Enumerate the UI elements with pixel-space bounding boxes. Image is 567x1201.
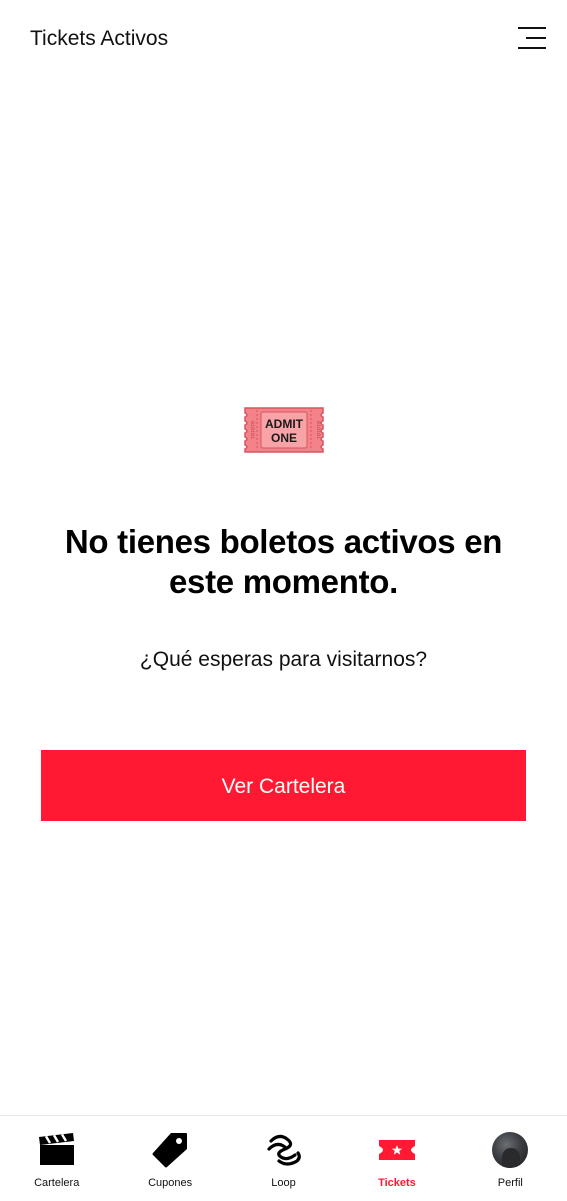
nav-item-loop[interactable]: Loop	[227, 1116, 340, 1201]
nav-label: Loop	[271, 1177, 296, 1189]
nav-label: Tickets	[378, 1177, 416, 1189]
ticket-text-line2: ONE	[270, 431, 296, 445]
view-listings-button[interactable]: Ver Cartelera	[41, 750, 526, 821]
bottom-navigation: Cartelera Cupones Loop Tickets Perfil	[0, 1115, 567, 1201]
avatar	[492, 1132, 529, 1168]
admit-one-ticket-icon: ADMIT ONE 010101 010101	[243, 407, 324, 453]
clapperboard-icon	[38, 1131, 76, 1169]
app-header: Tickets Activos	[0, 0, 567, 80]
nav-label: Cartelera	[34, 1177, 80, 1189]
ticket-text-line1: ADMIT	[265, 417, 304, 431]
nav-label: Perfil	[497, 1177, 523, 1189]
nav-label: Cupones	[148, 1177, 193, 1189]
nav-item-cartelera[interactable]: Cartelera	[0, 1116, 113, 1201]
nav-item-tickets[interactable]: Tickets	[340, 1116, 453, 1201]
nav-item-perfil[interactable]: Perfil	[454, 1116, 567, 1201]
ticket-icon	[378, 1131, 416, 1169]
hamburger-menu-icon[interactable]	[512, 24, 548, 54]
empty-state-subtitle: ¿Qué esperas para visitarnos?	[139, 648, 428, 671]
price-tag-icon	[151, 1131, 189, 1169]
loop-icon	[265, 1131, 303, 1169]
empty-state: ADMIT ONE 010101 010101 No tienes boleto…	[0, 400, 567, 673]
ticket-side-text-right: 010101	[315, 421, 321, 439]
nav-item-cupones[interactable]: Cupones	[113, 1116, 226, 1201]
empty-state-title: No tienes boletos activos en este moment…	[64, 523, 503, 600]
page-title: Tickets Activos	[30, 27, 169, 50]
ticket-side-text-left: 010101	[249, 421, 255, 439]
